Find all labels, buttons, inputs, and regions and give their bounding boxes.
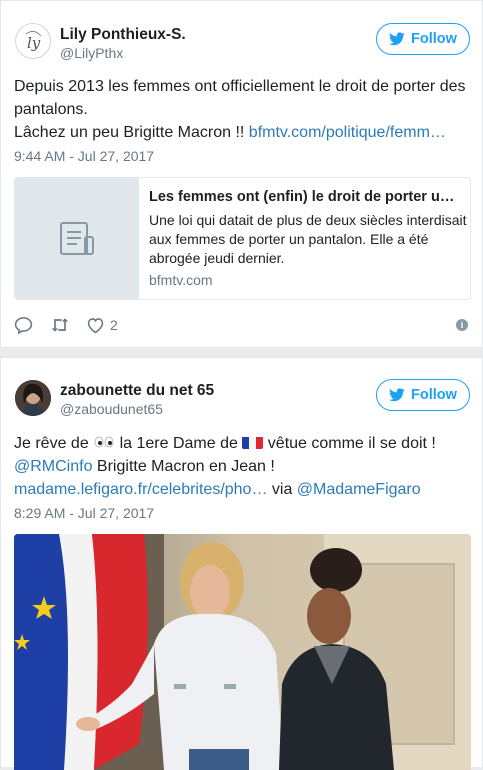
tweet-text-segment: Lâchez un peu Brigitte Macron !!	[14, 124, 249, 141]
avatar[interactable]: ly	[15, 23, 51, 59]
info-icon[interactable]: i	[456, 319, 468, 331]
bird-icon	[389, 32, 405, 46]
tweet-card[interactable]: ly Lily Ponthieux-S. @LilyPthx Follow De…	[0, 0, 483, 348]
author-handle[interactable]: @LilyPthx	[60, 45, 123, 61]
like-icon[interactable]	[86, 316, 106, 334]
link-preview-card[interactable]: Les femmes ont (enfin) le droit de porte…	[14, 177, 471, 300]
author-name[interactable]: Lily Ponthieux-S.	[60, 26, 186, 44]
follow-label: Follow	[411, 387, 457, 403]
tweet-text-segment: Brigitte Macron en Jean !	[92, 458, 275, 475]
tweet-photo[interactable]	[14, 534, 471, 770]
tweet-text-line: Je rêve de la 1ere Dame de vêtue comme i…	[14, 432, 470, 455]
card-thumbnail	[15, 178, 139, 299]
tweet-text-segment: Je rêve de	[14, 435, 94, 452]
tweet-text-line: Depuis 2013 les femmes ont officiellemen…	[14, 78, 466, 118]
follow-button[interactable]: Follow	[376, 379, 470, 411]
tweet-link[interactable]: bfmtv.com/politique/femm…	[249, 124, 446, 141]
tweet-text: Depuis 2013 les femmes ont officiellemen…	[14, 75, 470, 144]
tweet-card[interactable]: zabounette du net 65 @zaboudunet65 Follo…	[0, 357, 483, 770]
tweet-text-segment: via	[267, 481, 297, 498]
photo-image	[14, 534, 471, 770]
reply-icon[interactable]	[14, 316, 34, 334]
tweet-text-line: @RMCinfo Brigitte Macron en Jean !	[14, 455, 470, 478]
like-count: 2	[110, 317, 118, 333]
avatar[interactable]	[15, 380, 51, 416]
timestamp[interactable]: 9:44 AM - Jul 27, 2017	[14, 148, 154, 164]
mention-link[interactable]: @RMCinfo	[14, 458, 92, 475]
author-name[interactable]: zabounette du net 65	[60, 382, 214, 400]
svg-text:ly: ly	[27, 34, 41, 52]
tweet-text-line: madame.lefigaro.fr/celebrites/pho… via @…	[14, 478, 470, 501]
france-flag-emoji-icon	[242, 435, 264, 449]
tweet-text: Je rêve de la 1ere Dame de vêtue comme i…	[14, 432, 470, 501]
author-handle[interactable]: @zaboudunet65	[60, 401, 163, 417]
tweet-link[interactable]: madame.lefigaro.fr/celebrites/pho…	[14, 481, 267, 498]
card-title[interactable]: Les femmes ont (enfin) le droit de porte…	[149, 189, 467, 205]
document-icon	[60, 221, 94, 255]
tweet-text-segment: la 1ere Dame de	[115, 435, 243, 452]
eyes-emoji-icon	[94, 436, 114, 448]
bird-icon	[389, 388, 405, 402]
timestamp[interactable]: 8:29 AM - Jul 27, 2017	[14, 505, 154, 521]
tweet-actions: 2	[14, 316, 118, 334]
tweet-text-line: Lâchez un peu Brigitte Macron !! bfmtv.c…	[14, 121, 470, 144]
follow-button[interactable]: Follow	[376, 23, 470, 55]
card-domain: bfmtv.com	[149, 272, 213, 288]
mention-link[interactable]: @MadameFigaro	[297, 481, 421, 498]
retweet-icon[interactable]	[50, 316, 70, 334]
follow-label: Follow	[411, 31, 457, 47]
card-description: Une loi qui datait de plus de deux siècl…	[149, 212, 467, 266]
tweet-text-segment: vêtue comme il se doit !	[263, 435, 436, 452]
